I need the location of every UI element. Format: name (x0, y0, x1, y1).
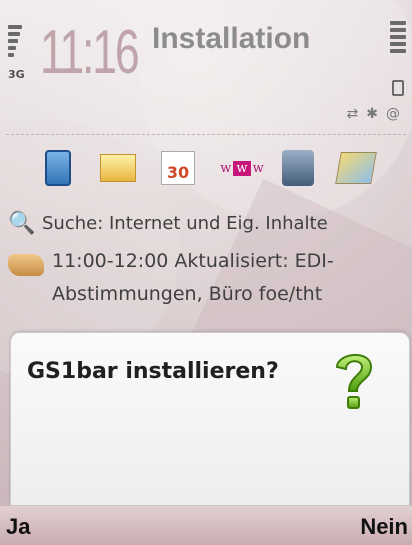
clock: 11:16 (40, 18, 140, 87)
app-manager-icon (282, 150, 314, 186)
status-indicators: ⇄✱@ (347, 106, 408, 122)
yes-softkey[interactable]: Ja (6, 514, 30, 540)
calendar-entry-line1: 11:00-12:00 Aktualisiert: EDI- (52, 250, 334, 272)
signal-strength-icon (8, 22, 22, 60)
battery-icon (390, 18, 406, 96)
softkey-bar: Ja Nein (0, 506, 412, 545)
search-text: Suche: Internet und Eig. Inhalte (42, 212, 328, 234)
bluetooth-icon: ✱ (366, 106, 386, 122)
search-icon: 🔍 (8, 210, 36, 236)
web-icon: www (220, 160, 264, 176)
meeting-icon (8, 254, 44, 276)
messaging-icon (100, 154, 136, 182)
dialog-question: GS1bar installieren? (27, 359, 279, 384)
question-icon (335, 353, 373, 409)
calendar-entry-line2: Abstimmungen, Büro foe/tht (52, 283, 323, 305)
usb-icon: ⇄ (346, 106, 367, 122)
app-manager-shortcut[interactable] (280, 148, 316, 188)
web-shortcut[interactable]: www (212, 148, 272, 188)
email-at-icon: @ (386, 106, 408, 122)
maps-icon (335, 152, 377, 184)
app-title: Installation (152, 22, 311, 55)
divider (6, 134, 406, 135)
calendar-shortcut[interactable]: 30 (160, 148, 196, 188)
contacts-shortcut[interactable] (40, 148, 76, 188)
contacts-icon (45, 150, 71, 186)
confirm-dialog: GS1bar installieren? (10, 332, 410, 506)
network-type-label: 3G (8, 68, 25, 81)
messaging-shortcut[interactable] (100, 148, 136, 188)
maps-shortcut[interactable] (335, 148, 377, 188)
no-softkey[interactable]: Nein (360, 514, 408, 540)
search-row[interactable]: 🔍 Suche: Internet und Eig. Inhalte (8, 208, 328, 238)
shortcut-bar: 30 www (40, 144, 400, 194)
calendar-icon: 30 (161, 151, 195, 185)
